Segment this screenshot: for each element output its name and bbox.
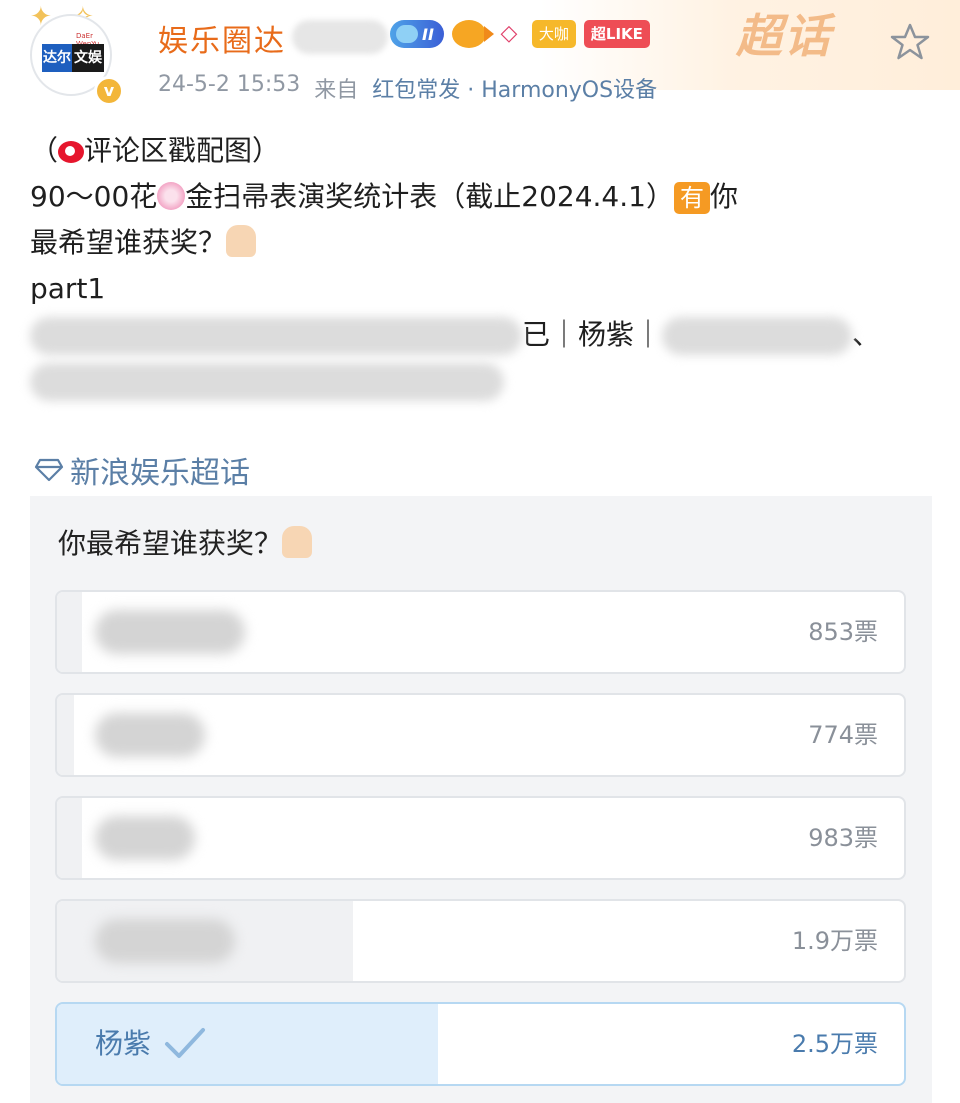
post-line-1-text: 评论区戳配图） xyxy=(84,134,281,167)
poll-option-count: 2.5万票 xyxy=(791,1030,878,1058)
poll-option-count: 774票 xyxy=(808,721,878,749)
post-meta: 24-5-2 15:53 来自 红包常发 · HarmonyOS设备 xyxy=(158,72,657,104)
redacted-name xyxy=(95,816,195,860)
post-line-3: 最希望谁获奖？ xyxy=(30,220,930,266)
star-icon[interactable] xyxy=(888,20,932,64)
poll-option-label xyxy=(95,695,205,775)
post-line-5-tail: 、 xyxy=(852,318,881,351)
poll-option-label: 杨紫 xyxy=(95,1004,207,1084)
poll-option-count: 983票 xyxy=(808,824,878,852)
poll-option-label-text: 杨紫 xyxy=(95,1027,152,1060)
brain-icon xyxy=(396,25,418,43)
user-badges: II ◇ 大咖 超LIKE xyxy=(390,18,650,50)
poll-option-fill xyxy=(57,592,83,672)
poll-question: 你最希望谁获奖？ xyxy=(58,522,313,562)
super-like-badge[interactable]: 超LIKE xyxy=(583,20,650,48)
avatar-logo: DaEr WenYu 达尔 文娱 xyxy=(42,32,104,72)
level-badge-text: II xyxy=(422,24,434,44)
poll-option-count: 853票 xyxy=(808,618,878,646)
redacted-name xyxy=(95,610,245,654)
post-content: （ 评论区戳配图） 90～00花 金扫帚表演奖统计表（截止2024.4.1）有你 最… xyxy=(30,128,930,404)
poll-question-text: 你最希望谁获奖？ xyxy=(58,527,283,560)
poll-option-label xyxy=(95,901,235,981)
post-timestamp: 24-5-2 15:53 xyxy=(158,72,301,97)
redacted-text xyxy=(662,317,853,355)
verified-icon: v xyxy=(94,76,124,106)
post-line-5-visible: 已｜杨紫｜ xyxy=(522,318,663,351)
poll-option-3[interactable]: 983票 xyxy=(55,796,906,880)
post-source-device[interactable]: 红包常发 · HarmonyOS设备 xyxy=(372,72,657,104)
pray-icon xyxy=(226,225,257,257)
poll-option-fill xyxy=(57,695,74,775)
post-line-1: （ 评论区戳配图） xyxy=(30,128,930,174)
post-line-2-b: 金扫帚表演奖统计表（截止2024.4.1） xyxy=(185,180,674,213)
post-line-6 xyxy=(30,358,930,404)
post-line-3-text: 最希望谁获奖？ xyxy=(30,226,227,259)
poll-option-4[interactable]: 1.9万票 xyxy=(55,899,906,983)
post-line-4: part1 xyxy=(30,266,930,312)
fish-badge-icon[interactable] xyxy=(451,20,494,48)
daka-badge[interactable]: 大咖 xyxy=(531,20,576,48)
check-icon xyxy=(165,1028,206,1058)
poll-option-2[interactable]: 774票 xyxy=(55,693,906,777)
post-line-5: 已｜杨紫｜ 、 xyxy=(30,312,930,358)
username-redacted xyxy=(292,20,388,54)
pray-icon xyxy=(282,526,313,558)
weibo-logo-icon xyxy=(58,141,85,163)
supertopic-link[interactable]: 新浪娱乐超话 xyxy=(34,448,250,492)
you-badge: 有 xyxy=(673,182,710,214)
redacted-text xyxy=(30,317,522,355)
cherry-blossom-icon xyxy=(157,182,186,210)
poll-option-fill xyxy=(57,798,83,878)
level-badge[interactable]: II xyxy=(390,20,444,48)
supertopic-label: 新浪娱乐超话 xyxy=(70,456,250,491)
post-header: ✦ ✧ DaEr WenYu 达尔 文娱 v 娱乐圈达 II ◇ 大咖 超LIK… xyxy=(0,0,960,120)
avatar-logo-left: 达尔 xyxy=(42,44,72,72)
avatar-logo-right: 文娱 xyxy=(72,44,104,72)
username[interactable]: 娱乐圈达 xyxy=(158,16,286,60)
post-source-label: 来自 xyxy=(314,78,359,103)
poll-option-count: 1.9万票 xyxy=(791,927,878,955)
poll-option-5[interactable]: 杨紫 2.5万票 xyxy=(55,1002,906,1086)
post-line-4-text: part1 xyxy=(30,272,106,305)
post-line-2-a: 90～00花 xyxy=(30,180,158,213)
poll-option-1[interactable]: 853票 xyxy=(55,590,906,674)
post-line-2-c: 你 xyxy=(709,180,738,213)
gem-badge-icon[interactable]: ◇ xyxy=(494,20,524,48)
diamond-icon xyxy=(34,458,64,482)
redacted-text xyxy=(30,363,504,401)
poll-card: 你最希望谁获奖？ 853票 774票 983票 1.9万票 杨紫 2.5万票 xyxy=(30,496,932,1103)
post-line-2: 90～00花 金扫帚表演奖统计表（截止2024.4.1）有你 xyxy=(30,174,930,220)
supertopic-watermark: 超话 xyxy=(736,9,832,63)
post-line-1-open: （ xyxy=(30,134,59,167)
redacted-name xyxy=(95,919,235,963)
redacted-name xyxy=(95,713,205,757)
poll-option-label xyxy=(95,592,245,672)
poll-option-label xyxy=(95,798,195,878)
